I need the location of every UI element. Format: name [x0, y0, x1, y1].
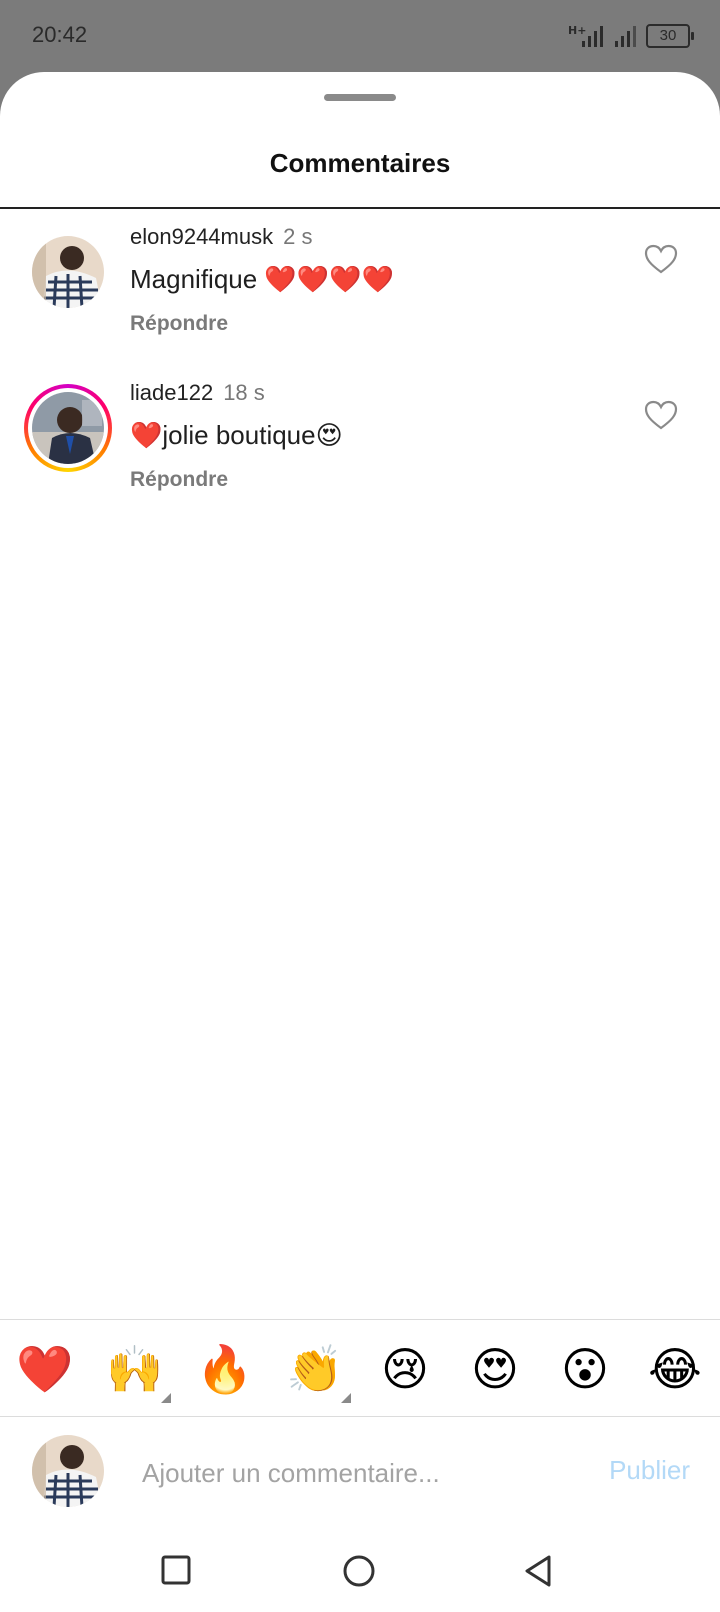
status-time: 20:42 — [32, 22, 88, 47]
signal-strength-icon — [615, 26, 636, 47]
home-icon[interactable] — [342, 1554, 376, 1588]
publish-button[interactable]: Publier — [609, 1455, 690, 1486]
avatar-photo — [32, 236, 104, 308]
avatar-photo — [32, 392, 104, 464]
svg-text:H+: H+ — [568, 24, 586, 37]
comment-composer: Publier — [0, 1417, 720, 1527]
skin-tone-indicator — [161, 1393, 171, 1403]
story-ring[interactable] — [24, 384, 112, 472]
emoji-heart-eyes-button[interactable]: 😍 — [465, 1339, 525, 1399]
comment-text: Magnifique ❤️❤️❤️❤️ — [130, 264, 394, 294]
comment-input[interactable] — [140, 1455, 564, 1491]
reply-button[interactable]: Répondre — [130, 468, 228, 492]
current-user-avatar — [32, 1435, 104, 1507]
status-icons: H+ 30 — [568, 22, 694, 50]
comments-sheet: Commentaires elon9244musk 2 s Magnifique … — [0, 72, 720, 1612]
sheet-title: Commentaires — [269, 148, 451, 178]
system-nav-bar — [0, 1532, 720, 1612]
comment-time: 18 s — [223, 380, 265, 405]
header-divider — [0, 207, 720, 209]
avatar — [32, 392, 104, 464]
emoji-raising-hands-button[interactable]: 🙌 — [105, 1339, 171, 1403]
emoji-fire-button[interactable]: 🔥 — [195, 1339, 255, 1399]
reply-button[interactable]: Répondre — [130, 312, 228, 336]
drag-handle[interactable] — [324, 94, 396, 101]
comment-text: ❤️jolie boutique😍 — [130, 420, 343, 450]
emoji-crying-button[interactable]: 😢 — [375, 1339, 435, 1399]
comment-item: liade122 18 s ❤️jolie boutique😍 Répondre — [0, 378, 720, 508]
comment-username[interactable]: liade122 — [130, 380, 213, 405]
heart-icon[interactable] — [644, 400, 678, 430]
emoji-bar-divider — [0, 1319, 720, 1320]
mobile-signal-icon: H+ — [568, 24, 603, 47]
skin-tone-indicator — [341, 1393, 351, 1403]
comment-username-row: liade122 18 s — [130, 380, 265, 406]
emoji-clap-button[interactable]: 👏 — [285, 1339, 351, 1403]
avatar-photo — [32, 1435, 104, 1507]
battery-icon: 30 — [646, 24, 694, 48]
comment-time: 2 s — [283, 224, 313, 249]
emoji-heart-button[interactable]: ❤️ — [15, 1339, 75, 1399]
comment-username[interactable]: elon9244musk — [130, 224, 273, 249]
avatar[interactable] — [32, 236, 104, 308]
comment-username-row: elon9244musk 2 s — [130, 224, 312, 250]
comment-item: elon9244musk 2 s Magnifique ❤️❤️❤️❤️ Répo… — [0, 222, 720, 352]
heart-icon[interactable] — [644, 244, 678, 274]
recents-icon[interactable] — [160, 1554, 192, 1586]
back-icon[interactable] — [522, 1554, 554, 1588]
emoji-surprised-button[interactable]: 😮 — [555, 1339, 615, 1399]
status-bar: 20:42 H+ 30 — [0, 0, 720, 72]
emoji-quick-bar: ❤️ 🙌 🔥 👏 😢 😍 😮 😂 — [0, 1334, 720, 1404]
emoji-laughing-button[interactable]: 😂 — [645, 1339, 705, 1399]
